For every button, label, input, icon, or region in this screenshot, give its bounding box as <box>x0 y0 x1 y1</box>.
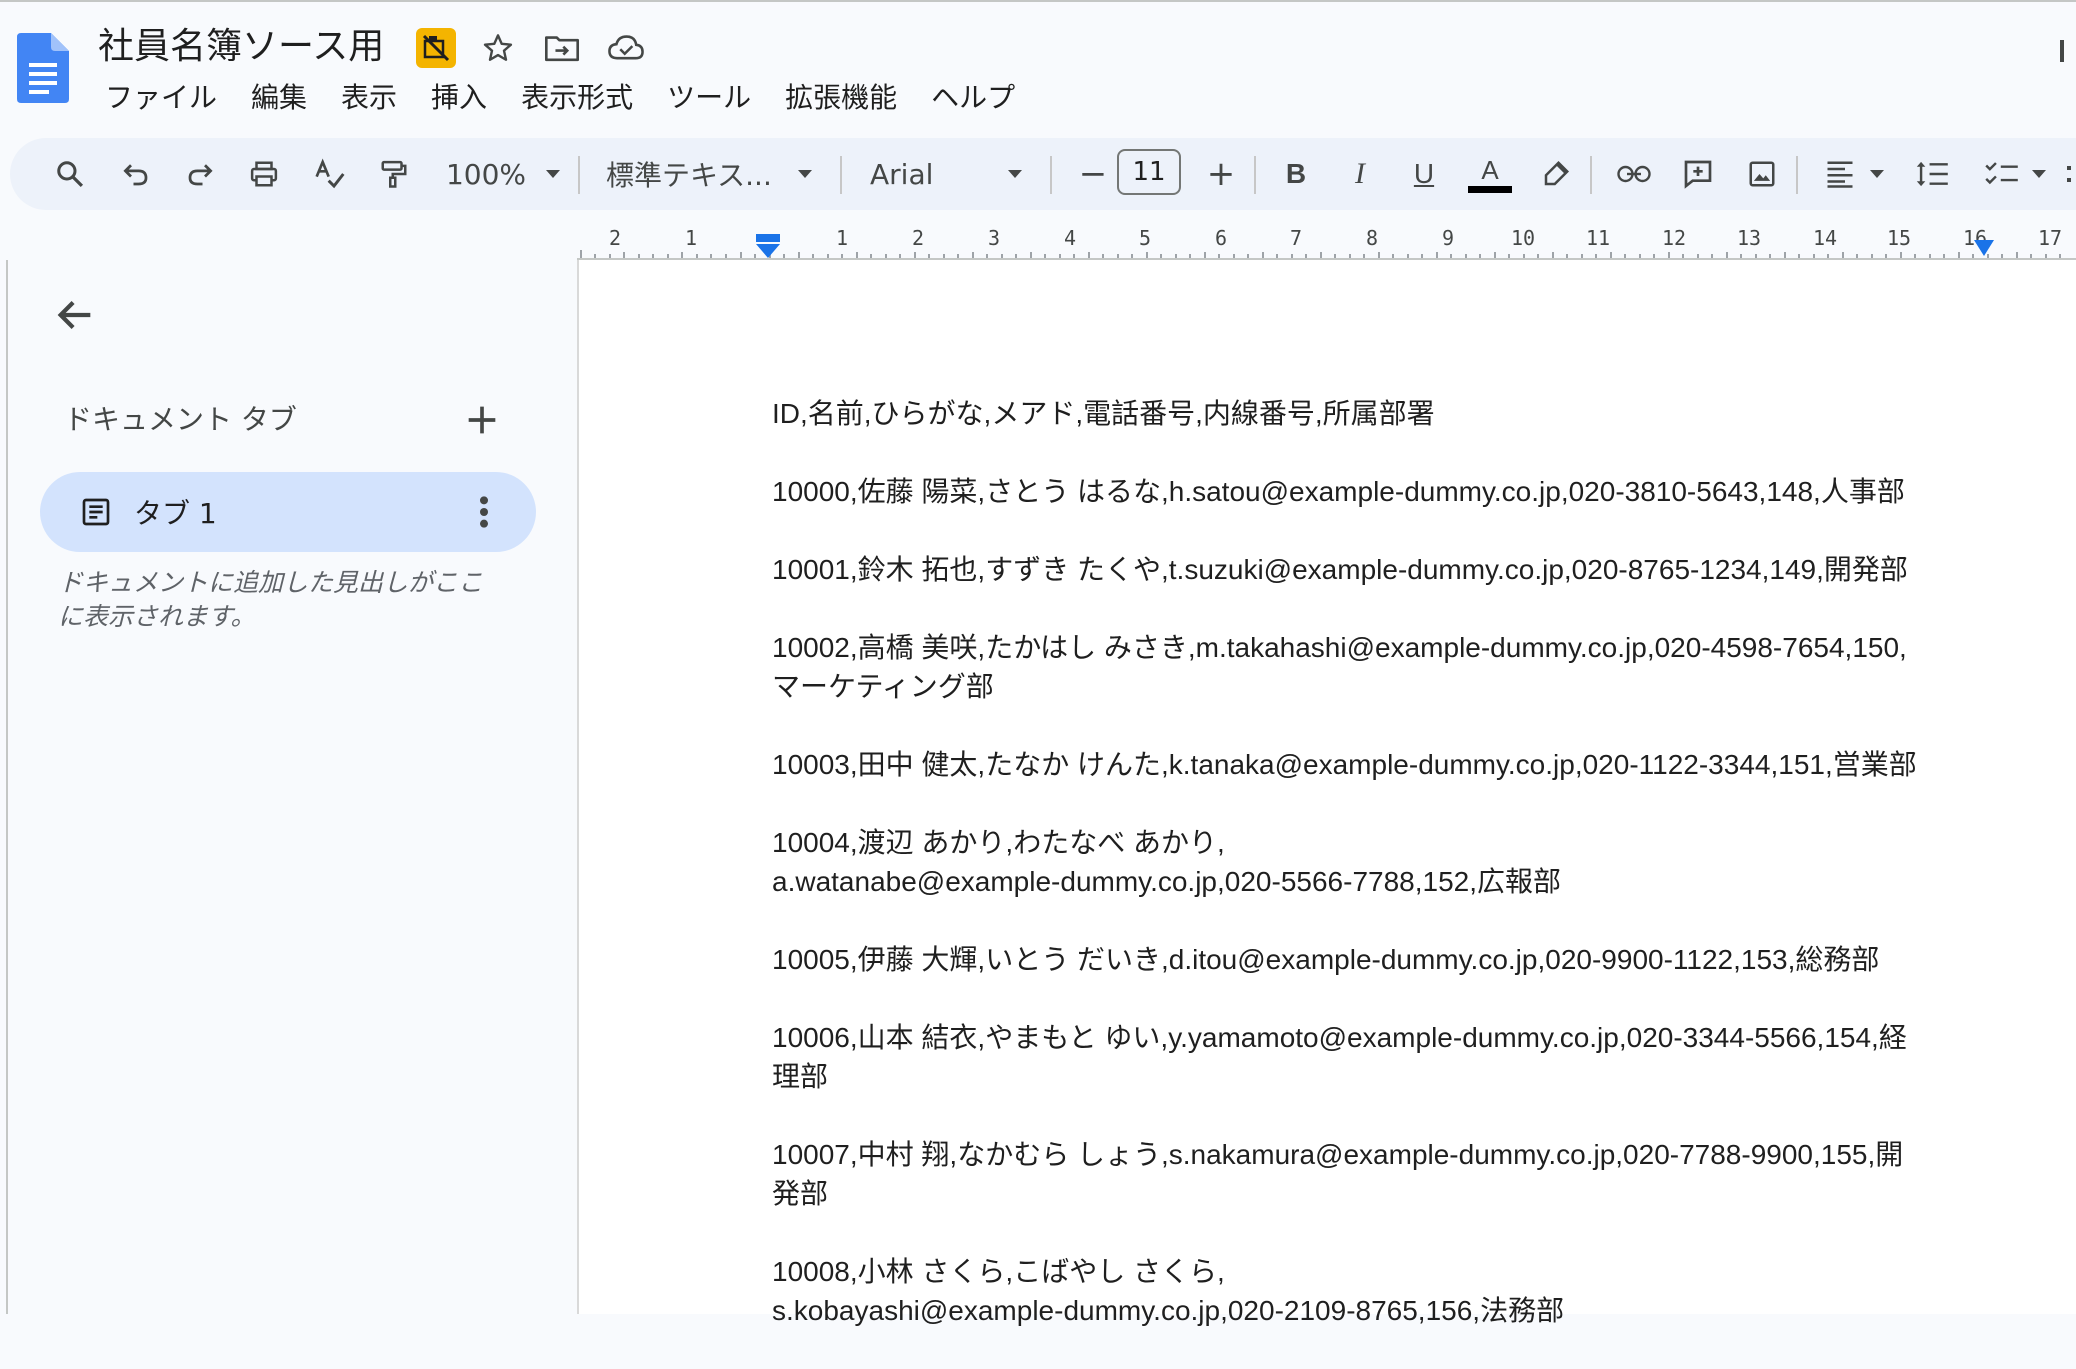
tab-label: タブ 1 <box>134 497 217 530</box>
menu-tools[interactable]: ツール <box>650 78 768 118</box>
document-body[interactable]: ID,名前,ひらがな,メアド,電話番号,内線番号,所属部署 10000,佐藤 陽… <box>772 394 1962 1369</box>
ruler-label: 9 <box>1442 226 1455 250</box>
menu-view[interactable]: 表示 <box>324 78 414 118</box>
cloud-saved-icon[interactable] <box>604 26 648 70</box>
toolbar-divider <box>578 156 580 194</box>
vertical-ruler <box>0 260 8 1314</box>
tab-item-1[interactable]: タブ 1 <box>40 472 536 552</box>
document-line[interactable]: 10006,山本 結衣,やまもと ゆい,y.yamamoto@example-d… <box>772 1018 1962 1096</box>
star-icon[interactable] <box>476 26 520 70</box>
ruler-label: 1 <box>685 226 698 250</box>
document-line[interactable]: 10008,小林 さくら,こばやし さくら, s.kobayashi@examp… <box>772 1252 1962 1330</box>
menu-insert[interactable]: 挿入 <box>414 78 504 118</box>
document-line[interactable]: ID,名前,ひらがな,メアド,電話番号,内線番号,所属部署 <box>772 394 1962 433</box>
left-indent-marker[interactable] <box>754 232 782 260</box>
document-line[interactable]: 10005,伊藤 大輝,いとう だいき,d.itou@example-dummy… <box>772 940 1962 979</box>
menu-extensions[interactable]: 拡張機能 <box>768 78 914 118</box>
document-page[interactable]: ID,名前,ひらがな,メアド,電話番号,内線番号,所属部署 10000,佐藤 陽… <box>577 260 2076 1326</box>
ruler-ticks <box>580 250 2061 258</box>
document-icon <box>82 498 110 526</box>
menu-format[interactable]: 表示形式 <box>504 78 650 118</box>
decrease-font-size-button[interactable]: − <box>1068 138 1118 210</box>
chevron-down-icon[interactable] <box>538 138 568 210</box>
side-panel-edge <box>2060 40 2064 62</box>
document-line[interactable]: 10000,佐藤 陽菜,さとう はるな,h.satou@example-dumm… <box>772 472 1962 511</box>
ruler-label: 8 <box>1366 226 1379 250</box>
ruler-label: 5 <box>1139 226 1152 250</box>
line-spacing-icon[interactable] <box>1902 138 1962 210</box>
redo-icon[interactable] <box>170 138 230 210</box>
ruler-label: 14 <box>1813 226 1838 250</box>
document-line[interactable]: 10007,中村 翔,なかむら しょう,s.nakamura@example-d… <box>772 1135 1962 1213</box>
ruler-label: 15 <box>1887 226 1912 250</box>
menu-edit[interactable]: 編集 <box>234 78 324 118</box>
docs-logo-icon[interactable] <box>17 33 69 103</box>
text-color-swatch <box>1468 185 1512 193</box>
ruler-label: 12 <box>1662 226 1687 250</box>
chevron-down-icon[interactable] <box>1000 138 1030 210</box>
back-arrow-icon[interactable] <box>52 292 98 338</box>
toolbar-divider <box>1254 156 1256 194</box>
checklist-icon[interactable] <box>1972 138 2032 210</box>
right-indent-marker[interactable] <box>1972 238 1996 258</box>
ruler-label: 1 <box>836 226 849 250</box>
plus-icon[interactable] <box>462 400 502 440</box>
ruler-label: 2 <box>609 226 622 250</box>
bulleted-list-icon[interactable] <box>2060 138 2076 210</box>
align-icon[interactable] <box>1810 138 1870 210</box>
move-folder-icon[interactable] <box>540 26 584 70</box>
text-color-label: A <box>1481 154 1499 185</box>
ruler-label: 4 <box>1064 226 1077 250</box>
toolbar-divider <box>1796 156 1798 194</box>
ruler-label: 10 <box>1511 226 1536 250</box>
paint-format-icon[interactable] <box>364 138 424 210</box>
font-size-input[interactable]: 11 <box>1117 149 1181 195</box>
horizontal-ruler[interactable]: 2 1 1 2 3 4 5 6 7 8 9 10 11 12 13 14 15 … <box>577 224 2076 260</box>
document-tabs-heading: ドキュメント タブ <box>64 403 297 436</box>
chevron-down-icon[interactable] <box>1862 138 1892 210</box>
document-line[interactable]: 10002,高橋 美咲,たかはし みさき,m.takahashi@example… <box>772 628 1962 706</box>
zoom-select[interactable]: 100% <box>430 138 542 210</box>
toolbar-divider <box>1050 156 1052 194</box>
chevron-down-icon[interactable] <box>2024 138 2054 210</box>
more-vert-icon[interactable] <box>474 492 494 532</box>
italic-button[interactable]: I <box>1330 138 1390 210</box>
document-title[interactable]: 社員名簿ソース用 <box>98 24 384 70</box>
ruler-label: 11 <box>1586 226 1611 250</box>
search-icon[interactable] <box>40 138 100 210</box>
increase-font-size-button[interactable]: + <box>1196 138 1246 210</box>
ruler-label: 7 <box>1290 226 1303 250</box>
toolbar: 100% 標準テキス... Arial − + B I U A <box>10 138 2076 210</box>
title-actions <box>416 26 648 70</box>
link-icon[interactable] <box>1604 138 1664 210</box>
highlight-pen-icon[interactable] <box>1526 138 1586 210</box>
ruler-label: 13 <box>1737 226 1762 250</box>
window-top-border <box>0 0 2076 2</box>
print-icon[interactable] <box>234 138 294 210</box>
text-color-button[interactable]: A <box>1458 138 1522 210</box>
underline-button[interactable]: U <box>1394 138 1454 210</box>
ruler-label: 2 <box>912 226 925 250</box>
menu-file[interactable]: ファイル <box>88 78 234 118</box>
add-comment-icon[interactable] <box>1668 138 1728 210</box>
ruler-label: 3 <box>988 226 1001 250</box>
menu-bar: ファイル 編集 表示 挿入 表示形式 ツール 拡張機能 ヘルプ <box>88 78 1032 118</box>
style-select[interactable]: 標準テキス... <box>606 138 784 210</box>
toolbar-divider <box>1590 156 1592 194</box>
document-line[interactable]: 10004,渡辺 あかり,わたなべ あかり, a.watanabe@exampl… <box>772 823 1962 901</box>
ruler-label: 17 <box>2038 226 2063 250</box>
insert-image-icon[interactable] <box>1732 138 1792 210</box>
menu-help[interactable]: ヘルプ <box>914 78 1032 118</box>
ruler-label: 6 <box>1215 226 1228 250</box>
font-select[interactable]: Arial <box>870 138 1010 210</box>
undo-icon[interactable] <box>106 138 166 210</box>
document-line[interactable]: 10003,田中 健太,たなか けんた,k.tanaka@example-dum… <box>772 745 1962 784</box>
spellcheck-icon[interactable] <box>300 138 360 210</box>
sidebar-hint: ドキュメントに追加した見出しがここに表示されます。 <box>58 568 484 631</box>
bold-button[interactable]: B <box>1266 138 1326 210</box>
chevron-down-icon[interactable] <box>790 138 820 210</box>
toolbar-divider <box>840 156 842 194</box>
document-line[interactable]: 10001,鈴木 拓也,すずき たくや,t.suzuki@example-dum… <box>772 550 1962 589</box>
no-highlight-icon[interactable] <box>416 28 456 68</box>
